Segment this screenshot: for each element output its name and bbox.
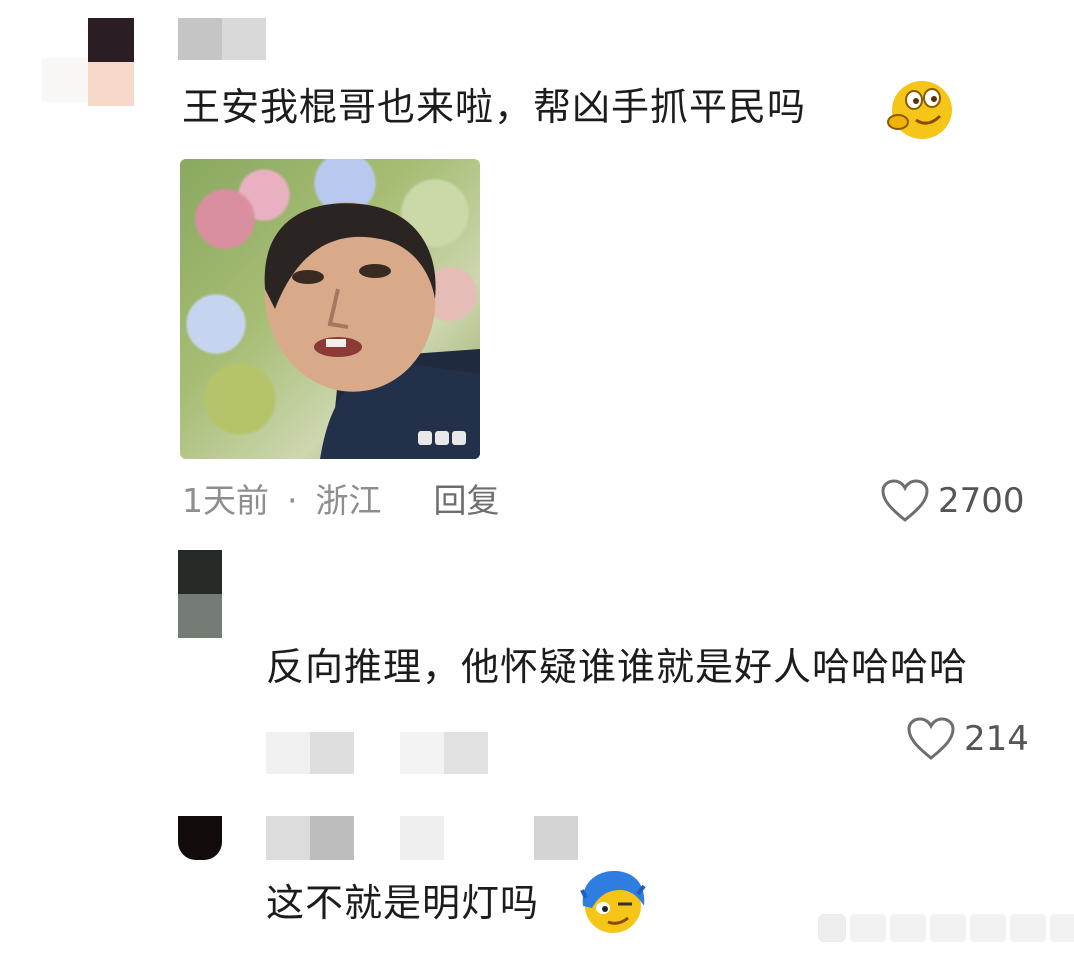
comment-meta-1: 1天前 · 浙江 回复 xyxy=(182,484,500,517)
heart-outline-icon xyxy=(907,717,955,760)
thinking-smirk-emoji-icon xyxy=(887,81,952,139)
meme-face-illustration xyxy=(264,202,480,459)
like-count-1: 2700 xyxy=(938,481,1025,521)
image-watermark xyxy=(418,431,466,445)
comment-text-3: 这不就是明灯吗 xyxy=(266,881,540,925)
meme-face-photo[interactable] xyxy=(180,159,480,459)
like-count-2: 214 xyxy=(964,719,1029,759)
avatar-3[interactable] xyxy=(178,816,222,860)
avatar-1[interactable] xyxy=(88,18,134,106)
site-watermark xyxy=(818,914,1074,942)
comment-meta-2-obscured xyxy=(266,718,526,774)
heart-outline-icon xyxy=(881,479,929,522)
reply-button-1[interactable]: 回复 xyxy=(434,484,500,517)
comment-location-1: 浙江 xyxy=(315,481,382,520)
username-3[interactable] xyxy=(266,816,578,860)
avatar-2[interactable] xyxy=(178,550,222,638)
comment-time-1: 1天前 xyxy=(182,481,269,520)
comment-text-1: 王安我棍哥也来啦，帮凶手抓平民吗 xyxy=(182,85,807,129)
meta-separator-1: · xyxy=(287,481,298,520)
like-button-1[interactable]: 2700 xyxy=(880,478,1025,524)
username-1[interactable] xyxy=(178,18,266,60)
comment-text-2: 反向推理，他怀疑谁谁就是好人哈哈哈哈 xyxy=(266,645,969,689)
blue-hair-smirk-emoji-icon xyxy=(580,870,646,933)
like-button-2[interactable]: 214 xyxy=(906,716,1029,762)
avatar-1-glow xyxy=(42,58,88,102)
